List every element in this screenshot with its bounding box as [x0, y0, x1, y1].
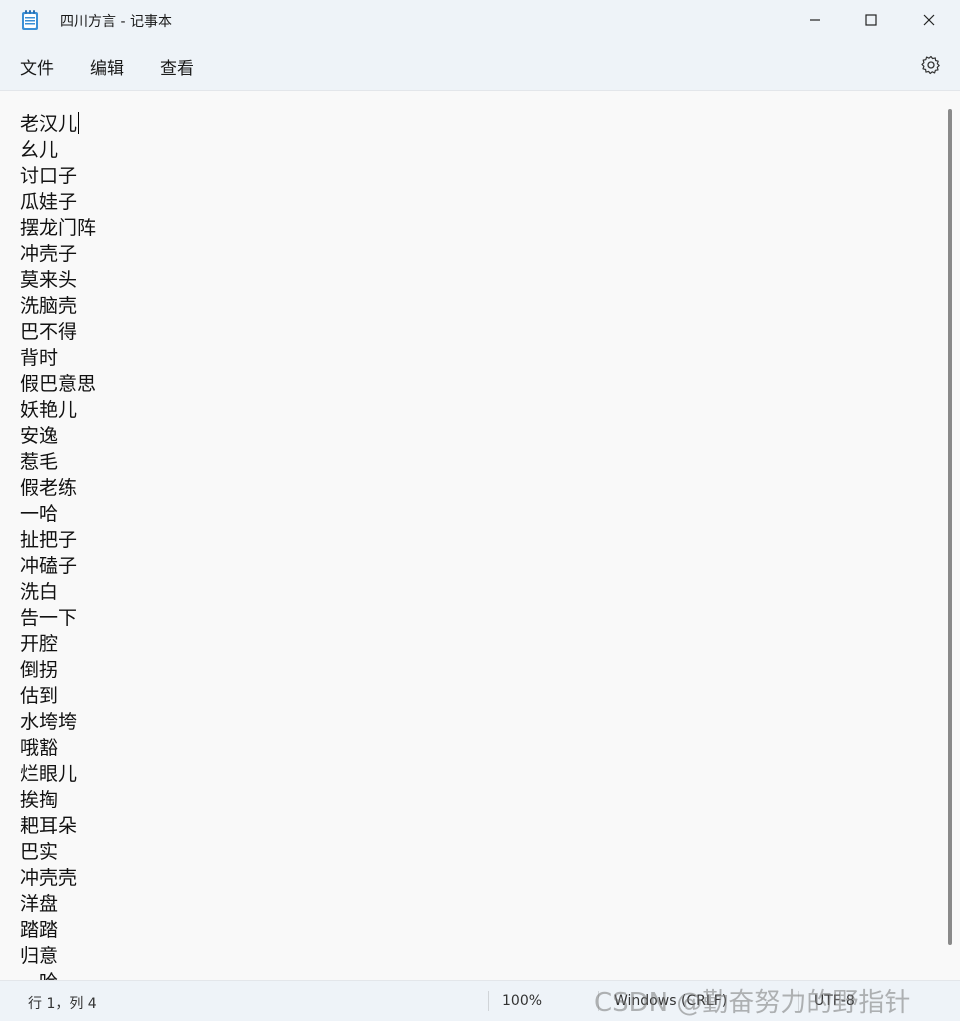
text-line: 莫来头 [20, 269, 78, 291]
editor-lines: 老汉儿幺儿讨口子瓜娃子摆龙门阵冲壳子莫来头洗脑壳巴不得背时假巴意思妖艳儿安逸惹毛… [20, 111, 96, 980]
text-line: 告一下 [20, 607, 78, 629]
minimize-icon [810, 19, 820, 21]
text-line: 冲壳壳 [20, 867, 78, 889]
notepad-icon [20, 9, 40, 31]
text-line: 挨掏 [20, 789, 59, 811]
watermark: CSDN @勤奋努力的野指针 [594, 988, 911, 1018]
menu-edit[interactable]: 编辑 [88, 54, 126, 79]
text-caret [78, 112, 80, 134]
text-line: 一哈 [20, 969, 96, 980]
text-line: 老汉儿 [20, 112, 80, 135]
text-line: 洗白 [20, 581, 59, 603]
text-line: 巴不得 [20, 321, 78, 343]
text-line: 扯把子 [20, 529, 78, 551]
menu-file[interactable]: 文件 [18, 54, 56, 79]
text-line: 假巴意思 [20, 373, 97, 395]
text-line: 倒拐 [20, 659, 59, 681]
text-line: 一哈 [20, 503, 59, 525]
text-line: 耙耳朵 [20, 815, 78, 837]
text-line: 估到 [20, 685, 59, 707]
text-line: 幺儿 [20, 139, 59, 161]
text-editor[interactable]: 老汉儿幺儿讨口子瓜娃子摆龙门阵冲壳子莫来头洗脑壳巴不得背时假巴意思妖艳儿安逸惹毛… [0, 91, 960, 980]
text-line: 假老练 [20, 477, 78, 499]
vertical-scrollbar[interactable] [948, 109, 952, 945]
maximize-button[interactable] [842, 0, 900, 40]
text-line: 摆龙门阵 [20, 217, 97, 239]
text-line: 洋盘 [20, 893, 59, 915]
text-line: 水垮垮 [20, 711, 78, 733]
text-line: 瓜娃子 [20, 191, 78, 213]
text-line: 烂眼儿 [20, 763, 78, 785]
window-title: 四川方言 - 记事本 [60, 14, 172, 30]
minimize-button[interactable] [786, 0, 844, 40]
maximize-icon [865, 14, 877, 26]
status-divider [488, 991, 489, 1011]
zoom-level[interactable]: 100% [502, 993, 542, 1009]
title-bar: 四川方言 - 记事本 [0, 0, 960, 40]
settings-button[interactable] [920, 54, 942, 76]
text-line: 讨口子 [20, 165, 78, 187]
text-line: 洗脑壳 [20, 295, 78, 317]
text-line: 踏踏 [20, 919, 59, 941]
text-line: 归意 [20, 945, 59, 967]
text-line: 妖艳儿 [20, 399, 78, 421]
text-line: 冲壳子 [20, 243, 78, 265]
menu-bar: 文件 编辑 查看 [0, 40, 960, 91]
menu-view[interactable]: 查看 [158, 54, 196, 79]
text-line: 安逸 [20, 425, 59, 447]
text-line: 背时 [20, 347, 59, 369]
close-button[interactable] [900, 0, 958, 40]
gear-icon [921, 55, 940, 75]
text-line: 冲磕子 [20, 555, 78, 577]
text-line: 开腔 [20, 633, 59, 655]
text-line: 巴实 [20, 841, 59, 863]
cursor-position: 行 1，列 4 [28, 996, 97, 1012]
text-line: 哦豁 [20, 737, 59, 759]
close-icon [923, 14, 935, 26]
text-line: 惹毛 [20, 451, 59, 473]
